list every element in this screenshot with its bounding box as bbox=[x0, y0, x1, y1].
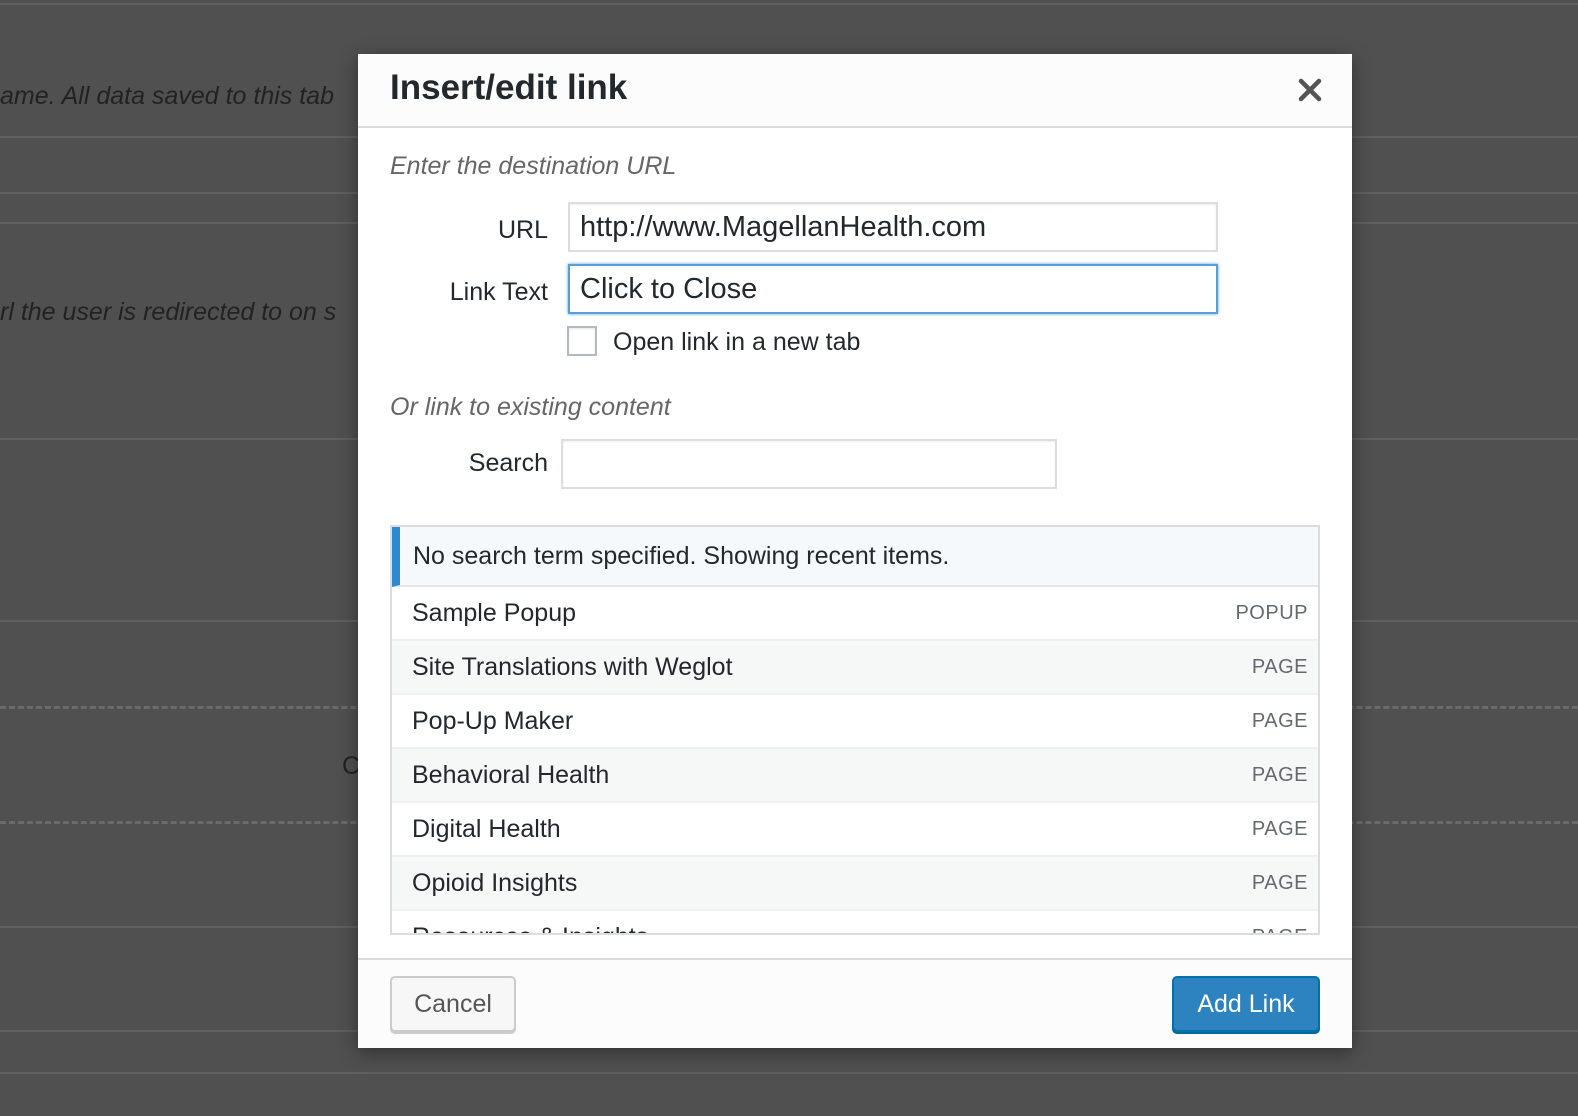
result-row[interactable]: Sample Popup POPUP bbox=[392, 587, 1318, 641]
url-label: URL bbox=[497, 216, 548, 244]
result-row[interactable]: Opioid Insights PAGE bbox=[392, 857, 1318, 911]
add-link-button[interactable]: Add Link bbox=[1172, 976, 1320, 1032]
bg-description: rl the user is redirected to on s bbox=[0, 298, 337, 326]
result-title: Resources & Insights bbox=[412, 923, 648, 934]
link-text-label: Link Text bbox=[449, 278, 548, 306]
search-results-panel[interactable]: No search term specified. Showing recent… bbox=[390, 525, 1320, 935]
result-row[interactable]: Site Translations with Weglot PAGE bbox=[392, 641, 1318, 695]
result-title: Pop-Up Maker bbox=[412, 706, 574, 735]
cancel-button[interactable]: Cancel bbox=[390, 976, 516, 1032]
result-type: PAGE bbox=[1251, 871, 1308, 894]
search-notice: No search term specified. Showing recent… bbox=[392, 527, 1318, 587]
existing-content-label: Or link to existing content bbox=[390, 393, 671, 421]
bg-description: ame. All data saved to this tab bbox=[0, 82, 334, 110]
bg-divider bbox=[0, 3, 1578, 5]
dialog-title: Insert/edit link bbox=[390, 68, 628, 107]
result-row[interactable]: Digital Health PAGE bbox=[392, 803, 1318, 857]
url-input[interactable] bbox=[568, 202, 1218, 252]
result-type: PAGE bbox=[1251, 709, 1308, 732]
dialog-footer: Cancel Add Link bbox=[358, 958, 1352, 1048]
result-row[interactable]: Pop-Up Maker PAGE bbox=[392, 695, 1318, 749]
result-title: Opioid Insights bbox=[412, 868, 578, 897]
result-title: Digital Health bbox=[412, 814, 561, 843]
insert-link-dialog: Insert/edit link Enter the destination U… bbox=[358, 54, 1352, 1048]
result-title: Behavioral Health bbox=[412, 760, 610, 789]
search-input[interactable] bbox=[561, 439, 1057, 489]
result-type: POPUP bbox=[1235, 601, 1308, 624]
dialog-header: Insert/edit link bbox=[358, 54, 1352, 128]
close-button[interactable] bbox=[1290, 70, 1330, 110]
result-title: Sample Popup bbox=[412, 598, 577, 627]
results-list: Sample Popup POPUP Site Translations wit… bbox=[392, 587, 1318, 934]
result-type: PAGE bbox=[1252, 926, 1308, 934]
url-section-label: Enter the destination URL bbox=[390, 152, 677, 180]
result-title: Site Translations with Weglot bbox=[412, 652, 733, 681]
link-text-input[interactable] bbox=[568, 264, 1218, 314]
close-icon bbox=[1298, 78, 1322, 102]
new-tab-label: Open link in a new tab bbox=[613, 328, 861, 356]
result-type: PAGE bbox=[1251, 655, 1308, 678]
new-tab-checkbox[interactable] bbox=[567, 326, 597, 356]
result-type: PAGE bbox=[1251, 817, 1308, 840]
search-label: Search bbox=[468, 449, 548, 477]
result-row[interactable]: Behavioral Health PAGE bbox=[392, 749, 1318, 803]
bg-divider bbox=[0, 1072, 1578, 1074]
result-type: PAGE bbox=[1251, 763, 1308, 786]
result-row[interactable]: Resources & Insights PAGE bbox=[392, 911, 1318, 934]
